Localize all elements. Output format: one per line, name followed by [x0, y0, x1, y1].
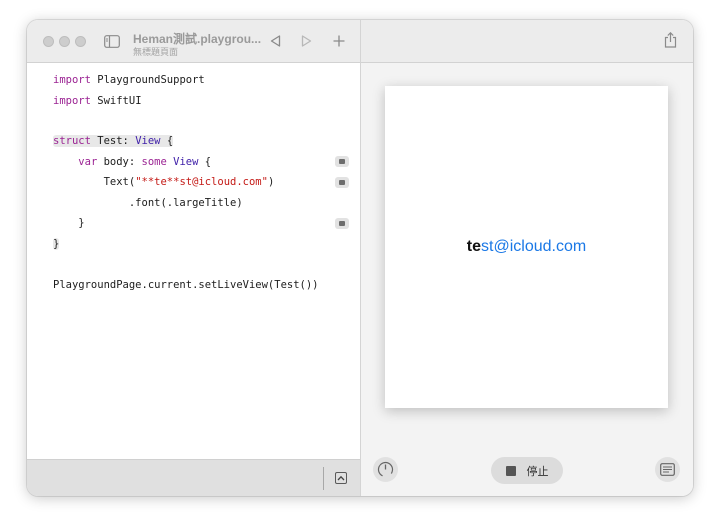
code-line-1: import PlaygroundSupport: [53, 71, 205, 89]
result-button[interactable]: [335, 156, 349, 167]
brace-token: {: [160, 135, 174, 147]
playground-window: Heman測試.playgrou... 無標題頁面 import Playgro…: [27, 20, 693, 496]
code-line-font: .font(.largeTitle): [53, 197, 243, 209]
share-icon: [664, 32, 676, 48]
result-icon: [339, 180, 345, 185]
link-text[interactable]: st@icloud.com: [481, 238, 586, 255]
live-view-canvas: test@icloud.com: [385, 86, 668, 408]
identifier-token: SwiftUI: [90, 95, 142, 107]
identifier-token: Text(: [53, 176, 136, 188]
forward-triangle-icon: [301, 35, 311, 47]
code-line-close-struct: }: [53, 235, 60, 253]
console-icon: [660, 463, 675, 476]
keyword-token: import: [53, 74, 91, 86]
keyword-token: some: [141, 156, 167, 168]
result-button[interactable]: [335, 177, 349, 188]
stop-icon: [505, 465, 516, 476]
struct-highlight: struct Test: View {: [53, 135, 174, 147]
live-view-pane: test@icloud.com 停止: [361, 63, 693, 496]
brace-token: {: [198, 156, 212, 168]
live-view-text: test@icloud.com: [385, 238, 668, 256]
add-button[interactable]: [331, 33, 347, 49]
bold-text: te: [466, 238, 482, 255]
stop-button[interactable]: 停止: [491, 457, 563, 484]
code-line-2: import SwiftUI: [53, 92, 142, 110]
code-line-close-body: }: [53, 217, 85, 229]
identifier-token: body:: [97, 156, 142, 168]
share-button[interactable]: [662, 31, 678, 49]
console-button[interactable]: [655, 457, 680, 482]
run-button[interactable]: [299, 33, 313, 49]
code-line-body: var body: some View {: [53, 153, 211, 171]
sidebar-toggle-button[interactable]: [103, 33, 121, 49]
result-icon: [339, 159, 345, 164]
result-button[interactable]: [335, 218, 349, 229]
code-line-struct: struct Test: View {: [53, 132, 174, 150]
result-icon: [339, 221, 345, 226]
document-subtitle: 無標題頁面: [133, 47, 179, 57]
code-line-live-view: PlaygroundPage.current.setLiveView(Test(…: [53, 279, 319, 291]
keyword-token: var: [78, 156, 98, 168]
brace-highlight: }: [53, 238, 60, 250]
identifier-token: Test:: [90, 135, 136, 147]
toolbar-left: Heman測試.playgrou... 無標題頁面: [27, 20, 360, 63]
toolbar-right: [360, 20, 693, 63]
type-token: View: [173, 156, 199, 168]
code-line-text: Text("**te**st@icloud.com"): [53, 173, 275, 191]
zoom-window-button[interactable]: [75, 36, 86, 47]
close-window-button[interactable]: [43, 36, 54, 47]
keyword-token: struct: [53, 135, 91, 147]
toggle-debug-area-button[interactable]: [335, 472, 347, 484]
stop-label: 停止: [526, 464, 549, 478]
sidebar-icon: [104, 34, 120, 48]
paren-token: ): [267, 176, 275, 188]
performance-button[interactable]: [373, 457, 398, 482]
split-divider[interactable]: [360, 20, 361, 496]
minimize-window-button[interactable]: [59, 36, 70, 47]
back-button[interactable]: [268, 33, 282, 49]
string-literal: "**te**st@icloud.com": [135, 176, 268, 188]
plus-icon: [333, 35, 345, 47]
type-token: View: [135, 135, 161, 147]
keyword-token: import: [53, 95, 91, 107]
code-editor[interactable]: import PlaygroundSupport import SwiftUI …: [27, 63, 360, 459]
editor-bottom-bar: [27, 459, 360, 496]
chevron-up-icon: [337, 475, 345, 481]
back-triangle-icon: [270, 35, 280, 47]
bottom-divider: [323, 467, 324, 490]
identifier-token: PlaygroundSupport: [90, 74, 205, 86]
gauge-icon: [377, 461, 394, 478]
